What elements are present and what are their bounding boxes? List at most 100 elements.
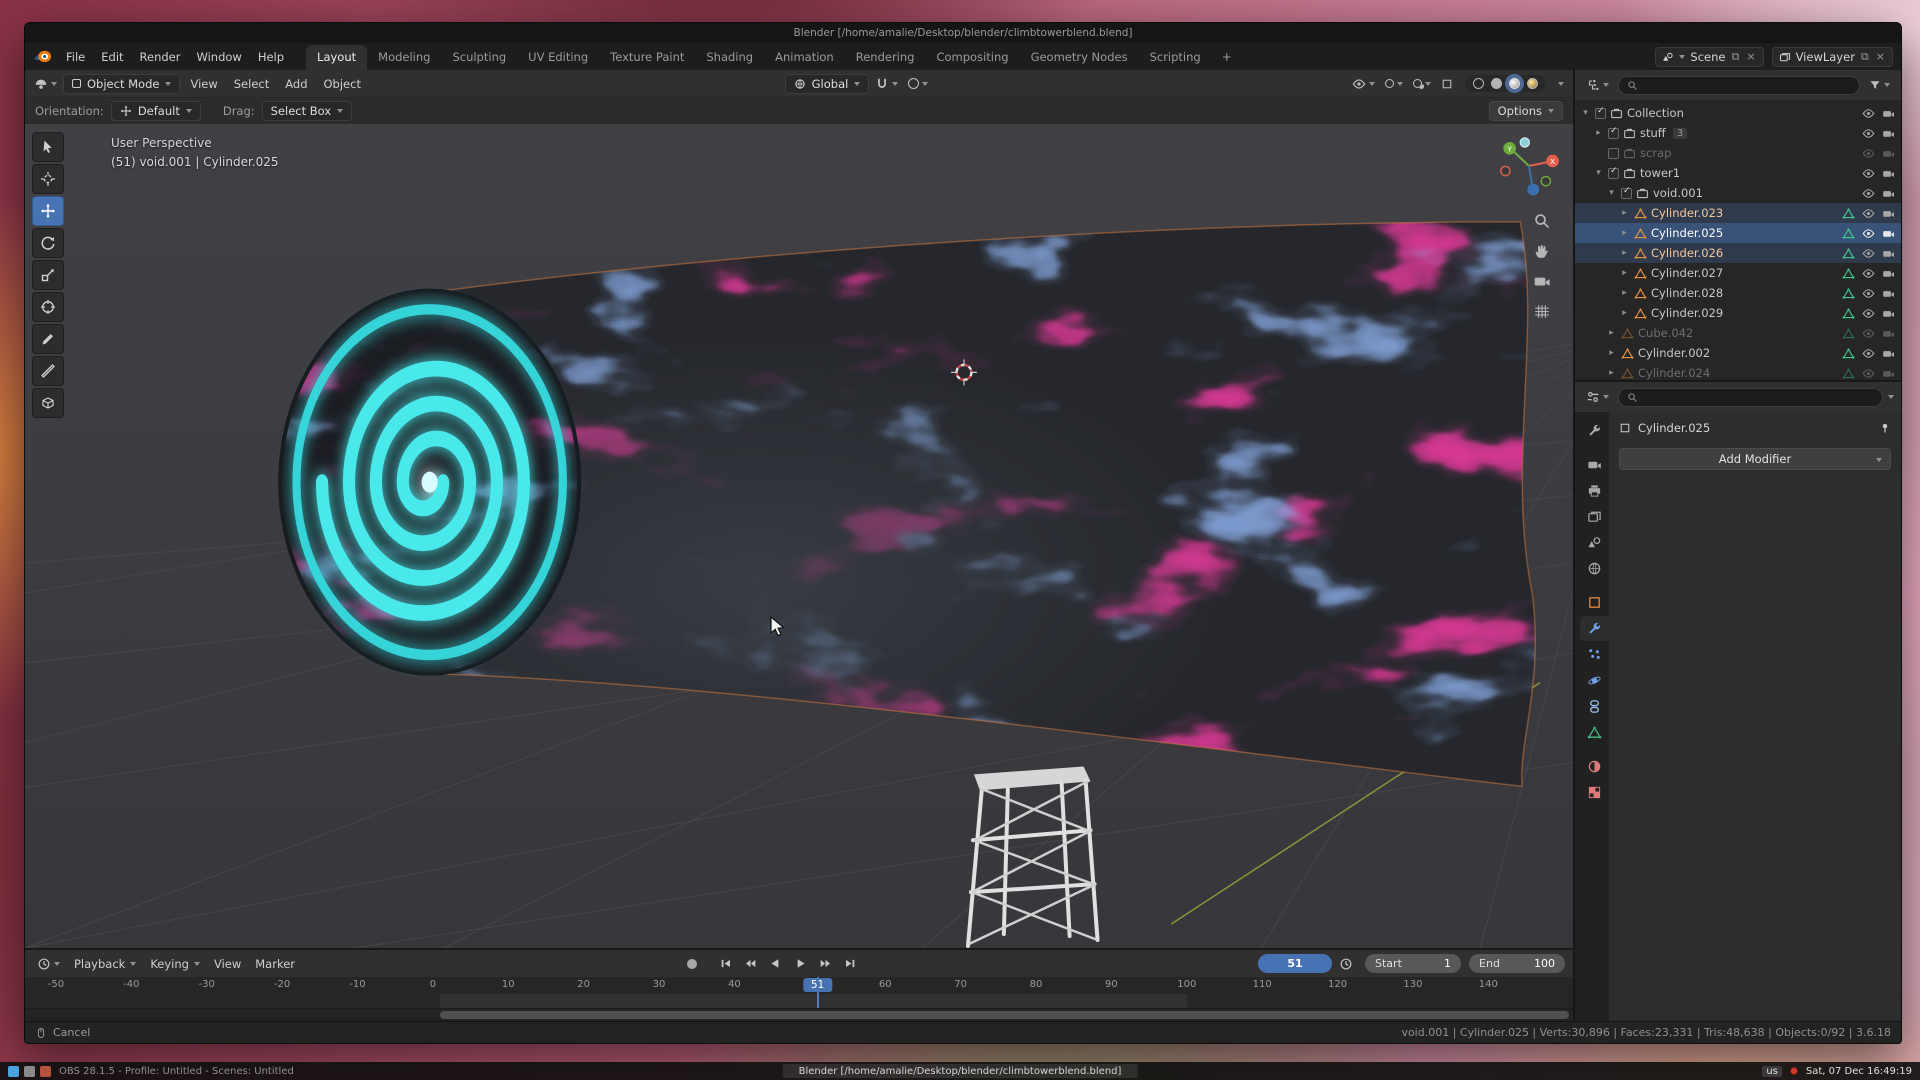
scrollbar-thumb[interactable] <box>440 1011 1569 1019</box>
disable-in-renders-toggle[interactable] <box>1882 307 1895 320</box>
camera-view-button[interactable] <box>1533 272 1553 292</box>
next-keyframe-button[interactable] <box>814 954 837 974</box>
orientation-dropdown[interactable]: Default <box>111 101 201 121</box>
disable-in-renders-toggle[interactable] <box>1882 327 1895 340</box>
new-scene-button[interactable]: ⧉ <box>1730 50 1740 64</box>
viewlayer-selector[interactable]: ViewLayer ⧉ × <box>1772 47 1893 67</box>
outliner-row-cylinder-002[interactable]: ▸Cylinder.002 <box>1575 343 1901 363</box>
disable-in-renders-toggle[interactable] <box>1882 107 1895 120</box>
timeline-playhead[interactable]: 51 <box>817 977 819 1008</box>
disable-in-renders-toggle[interactable] <box>1882 207 1895 220</box>
scene-selector[interactable]: Scene ⧉ × <box>1655 47 1763 67</box>
expand-arrow[interactable]: ▸ <box>1606 328 1617 338</box>
search-input[interactable] <box>1643 391 1874 404</box>
tool-tweak[interactable] <box>32 132 64 162</box>
properties-tab-output[interactable] <box>1580 478 1609 503</box>
properties-tab-material[interactable] <box>1580 754 1609 779</box>
properties-tab-view-layer[interactable] <box>1580 504 1609 529</box>
workspace-tab-animation[interactable]: Animation <box>764 45 845 70</box>
properties-tab-modifiers[interactable] <box>1580 616 1609 641</box>
tool-measure[interactable] <box>32 356 64 386</box>
preview-range-toggle[interactable] <box>1335 955 1357 973</box>
timeline-scrollbar[interactable] <box>25 1008 1573 1021</box>
collection-checkbox[interactable] <box>1621 188 1632 199</box>
expand-arrow[interactable]: ▸ <box>1619 248 1630 258</box>
workspace-tab-geometry-nodes[interactable]: Geometry Nodes <box>1020 45 1139 70</box>
frame-end-field[interactable]: End100 <box>1469 954 1565 973</box>
unlink-scene-button[interactable]: × <box>1745 50 1756 63</box>
expand-arrow[interactable]: ▸ <box>1619 288 1630 298</box>
disable-in-renders-toggle[interactable] <box>1882 347 1895 360</box>
collection-checkbox[interactable] <box>1608 148 1619 159</box>
outliner-row-stuff[interactable]: ▸stuff3 <box>1575 123 1901 143</box>
workspace-tab-shading[interactable]: Shading <box>695 45 764 70</box>
hide-in-viewport-toggle[interactable] <box>1862 327 1875 340</box>
taskbar-window-button[interactable]: Blender [/home/amalie/Desktop/blender/cl… <box>783 1064 1138 1078</box>
viewport-menu-select[interactable]: Select <box>226 74 277 94</box>
viewport-menu-view[interactable]: View <box>182 74 225 94</box>
expand-arrow[interactable]: ▾ <box>1606 188 1617 198</box>
outliner-row-void-001[interactable]: ▾void.001 <box>1575 183 1901 203</box>
timeline-menu-view[interactable]: View <box>207 954 248 974</box>
tool-move[interactable] <box>32 196 64 226</box>
frame-start-field[interactable]: Start1 <box>1365 954 1461 973</box>
properties-tab-physics[interactable] <box>1580 668 1609 693</box>
outliner-row-collection[interactable]: ▾Collection <box>1575 103 1901 123</box>
expand-arrow[interactable]: ▸ <box>1619 268 1630 278</box>
disable-in-renders-toggle[interactable] <box>1882 127 1895 140</box>
collection-checkbox[interactable] <box>1608 128 1619 139</box>
collection-checkbox[interactable] <box>1608 168 1619 179</box>
editor-type-button[interactable] <box>1582 76 1613 94</box>
tool-scale[interactable] <box>32 260 64 290</box>
menu-render[interactable]: Render <box>132 47 189 67</box>
menu-help[interactable]: Help <box>250 47 292 67</box>
hide-in-viewport-toggle[interactable] <box>1862 307 1875 320</box>
menu-window[interactable]: Window <box>188 47 249 67</box>
add-workspace-button[interactable]: + <box>1214 47 1240 67</box>
outliner-row-cylinder-025[interactable]: ▸Cylinder.025 <box>1575 223 1901 243</box>
hide-in-viewport-toggle[interactable] <box>1862 347 1875 360</box>
show-gizmo-dropdown[interactable] <box>1381 77 1407 90</box>
pan-button[interactable] <box>1533 242 1553 262</box>
workspace-tab-sculpting[interactable]: Sculpting <box>441 45 517 70</box>
outliner-row-cylinder-029[interactable]: ▸Cylinder.029 <box>1575 303 1901 323</box>
zoom-button[interactable] <box>1533 212 1553 232</box>
timeline-ruler[interactable]: -50-40-30-20-100102030405060708090100110… <box>25 977 1573 1008</box>
cylinder-object[interactable] <box>276 212 1541 801</box>
jump-to-end-button[interactable] <box>839 954 862 974</box>
properties-tab-world[interactable] <box>1580 556 1609 581</box>
previous-keyframe-button[interactable] <box>739 954 762 974</box>
outliner-row-cube-042[interactable]: ▸Cube.042 <box>1575 323 1901 343</box>
expand-arrow[interactable]: ▾ <box>1580 108 1591 118</box>
disable-in-renders-toggle[interactable] <box>1882 167 1895 180</box>
menu-file[interactable]: File <box>58 47 93 67</box>
hide-in-viewport-toggle[interactable] <box>1862 207 1875 220</box>
hide-in-viewport-toggle[interactable] <box>1862 247 1875 260</box>
blender-logo-icon[interactable] <box>33 49 52 64</box>
tower-object[interactable] <box>968 766 1098 946</box>
hide-in-viewport-toggle[interactable] <box>1862 367 1875 380</box>
auto-keying-toggle[interactable] <box>683 957 701 971</box>
filter-button[interactable] <box>1865 77 1894 93</box>
app-icon[interactable] <box>24 1066 35 1077</box>
remove-viewlayer-button[interactable]: × <box>1875 50 1886 63</box>
show-overlays-dropdown[interactable] <box>1409 77 1435 90</box>
properties-search[interactable] <box>1618 388 1883 407</box>
timeline-menu-marker[interactable]: Marker <box>248 954 302 974</box>
toggle-perspective-button[interactable] <box>1533 302 1553 322</box>
workspace-tab-rendering[interactable]: Rendering <box>845 45 926 70</box>
outliner-row-scrap[interactable]: scrap <box>1575 143 1901 163</box>
workspace-tab-uv-editing[interactable]: UV Editing <box>517 45 599 70</box>
navigation-gizmo[interactable]: X Y <box>1497 134 1561 198</box>
search-input[interactable] <box>1643 79 1851 92</box>
hide-in-viewport-toggle[interactable] <box>1862 127 1875 140</box>
window-titlebar[interactable]: Blender [/home/amalie/Desktop/blender/cl… <box>25 23 1901 43</box>
expand-arrow[interactable]: ▸ <box>1606 368 1617 378</box>
properties-tab-tool[interactable] <box>1580 418 1609 443</box>
play-reverse-button[interactable] <box>764 954 787 974</box>
shading-solid-icon[interactable] <box>1491 78 1502 89</box>
gizmo-z-axis[interactable] <box>1527 184 1539 196</box>
tool-rotate[interactable] <box>32 228 64 258</box>
taskbar-clock[interactable]: Sat, 07 Dec 16:49:19 <box>1806 1066 1912 1077</box>
hide-in-viewport-toggle[interactable] <box>1862 167 1875 180</box>
